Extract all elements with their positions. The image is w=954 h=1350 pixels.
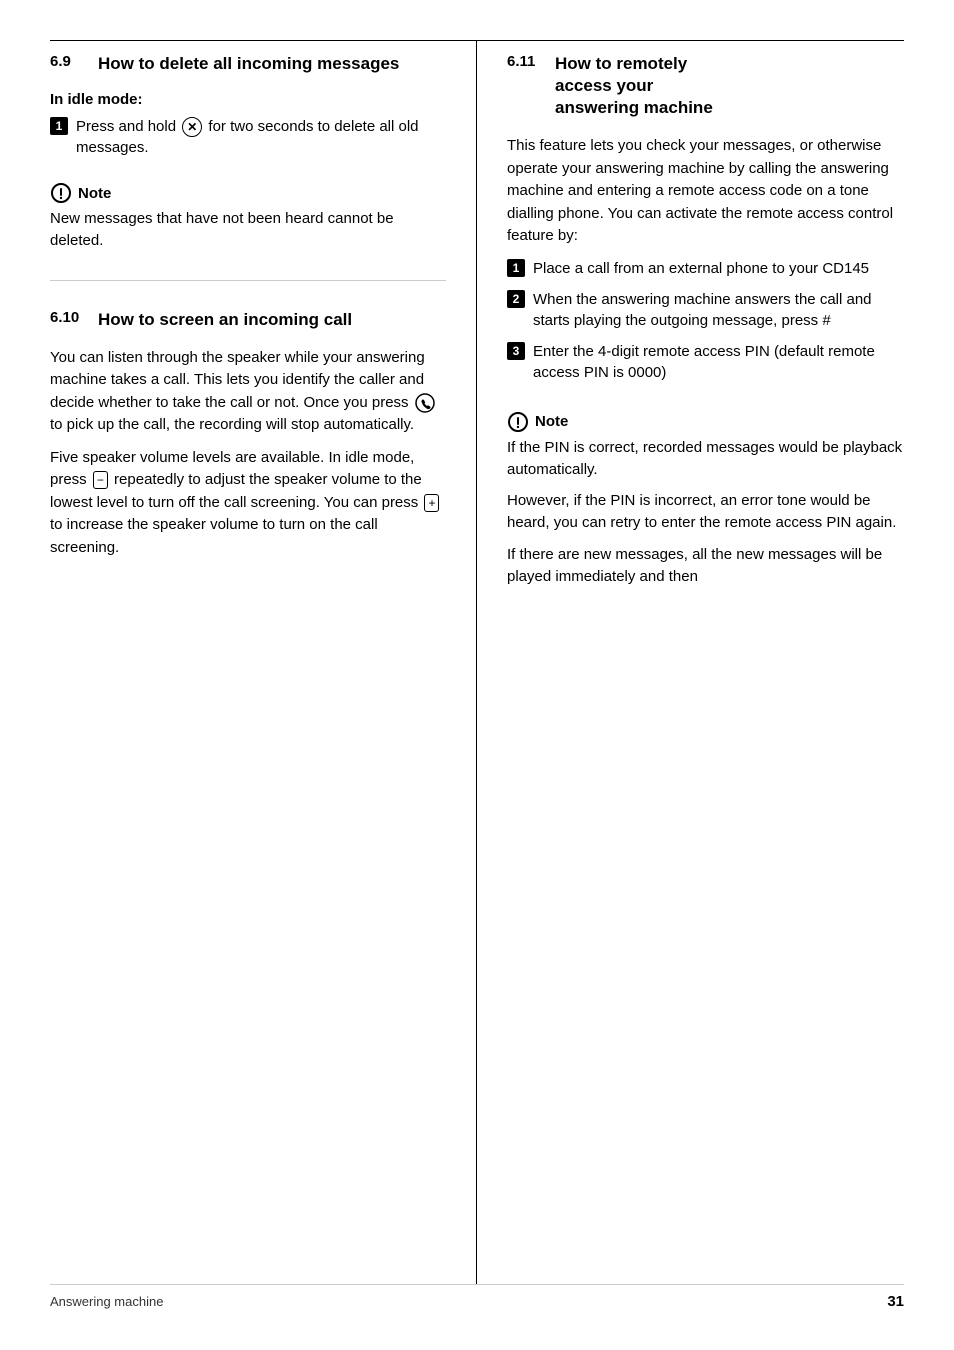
step-text-2: When the answering machine answers the c… (533, 289, 904, 331)
section-611-header: 6.11 How to remotely access your answeri… (507, 53, 904, 119)
note-text-611-3: If there are new messages, all the new m… (507, 544, 904, 588)
note-text-611-2: However, if the PIN is incorrect, an err… (507, 490, 904, 534)
footer-label: Answering machine (50, 1294, 163, 1309)
section-611-intro: This feature lets you check your message… (507, 135, 904, 248)
note-block-611: Note If the PIN is correct, recorded mes… (507, 411, 904, 588)
note-header-611: Note (507, 411, 904, 433)
section-611-title: How to remotely access your answering ma… (555, 53, 713, 119)
minus-button-icon: − (93, 471, 108, 489)
note-label-69: Note (78, 185, 111, 202)
note-text-611-1: If the PIN is correct, recorded messages… (507, 437, 904, 481)
section-610-body2: Five speaker volume levels are available… (50, 447, 446, 560)
page: 6.9 How to delete all incoming messages … (0, 0, 954, 1350)
section-611-steps: 1 Place a call from an external phone to… (507, 258, 904, 393)
note-label-611: Note (535, 413, 568, 430)
section-610-body1: You can listen through the speaker while… (50, 347, 446, 437)
section-69-title: How to delete all incoming messages (98, 53, 399, 75)
page-number: 31 (887, 1293, 904, 1310)
note-icon (50, 182, 72, 204)
page-footer: Answering machine 31 (50, 1284, 904, 1310)
step-item: 1 Press and hold ✕ for two seconds to de… (50, 116, 446, 158)
step-text-1: Place a call from an external phone to y… (533, 258, 869, 279)
step-item-2: 2 When the answering machine answers the… (507, 289, 904, 331)
section-69-steps: 1 Press and hold ✕ for two seconds to de… (50, 116, 446, 164)
x-button-icon: ✕ (182, 117, 202, 137)
right-column: 6.11 How to remotely access your answeri… (477, 41, 904, 1284)
step-item-1: 1 Place a call from an external phone to… (507, 258, 904, 279)
section-610-number: 6.10 (50, 309, 98, 326)
section-610-title: How to screen an incoming call (98, 309, 352, 331)
step-text-3: Enter the 4-digit remote access PIN (def… (533, 341, 904, 383)
note-icon-611 (507, 411, 529, 433)
plus-button-icon: + (424, 494, 439, 512)
section-611-number: 6.11 (507, 53, 555, 70)
step-num-2: 2 (507, 290, 525, 308)
divider-between-sections (50, 280, 446, 281)
left-column: 6.9 How to delete all incoming messages … (50, 41, 477, 1284)
step-1-text: Press and hold ✕ for two seconds to dele… (76, 116, 446, 158)
step-num-1: 1 (507, 259, 525, 277)
step-item-3: 3 Enter the 4-digit remote access PIN (d… (507, 341, 904, 383)
step-num-3: 3 (507, 342, 525, 360)
subsection-idle-label: In idle mode: (50, 91, 446, 108)
section-610-header: 6.10 How to screen an incoming call (50, 309, 446, 331)
section-69-number: 6.9 (50, 53, 98, 70)
section-69-header: 6.9 How to delete all incoming messages (50, 53, 446, 75)
note-block-69: Note New messages that have not been hea… (50, 182, 446, 252)
note-header-69: Note (50, 182, 446, 204)
note-text-69: New messages that have not been heard ca… (50, 208, 446, 252)
step-number-1: 1 (50, 117, 68, 135)
phone-green-icon (415, 393, 435, 413)
